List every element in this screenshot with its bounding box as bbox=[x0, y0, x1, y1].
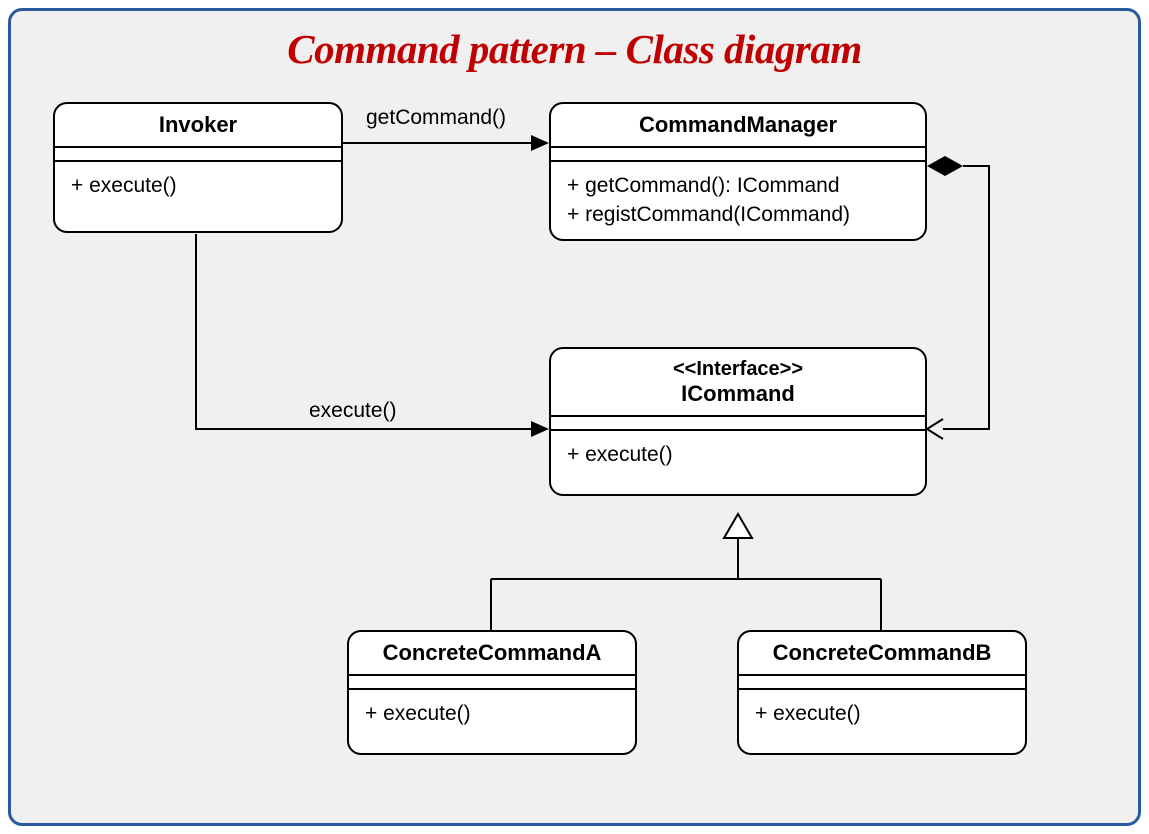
generalization-icommand bbox=[491, 514, 881, 630]
class-concrete-a: ConcreteCommandA + execute() bbox=[347, 630, 637, 755]
interface-icommand-op-0: + execute() bbox=[567, 441, 909, 469]
class-concrete-a-ops: + execute() bbox=[349, 690, 635, 752]
class-concrete-b-name: ConcreteCommandB bbox=[739, 632, 1025, 676]
class-invoker-attrs bbox=[55, 148, 341, 162]
class-concrete-b: ConcreteCommandB + execute() bbox=[737, 630, 1027, 755]
arrow-invoker-to-manager bbox=[343, 135, 549, 151]
label-getcommand: getCommand() bbox=[366, 106, 506, 130]
class-command-manager: CommandManager + getCommand(): ICommand … bbox=[549, 102, 927, 241]
label-execute: execute() bbox=[309, 399, 397, 423]
class-invoker-ops: + execute() bbox=[55, 162, 341, 230]
diagram-title: Command pattern – Class diagram bbox=[11, 11, 1138, 73]
class-concrete-a-name: ConcreteCommandA bbox=[349, 632, 635, 676]
class-invoker-op-0: + execute() bbox=[71, 172, 325, 200]
class-command-manager-name: CommandManager bbox=[551, 104, 925, 148]
class-command-manager-op-0: + getCommand(): ICommand bbox=[567, 172, 909, 200]
class-concrete-a-op-0: + execute() bbox=[365, 700, 619, 728]
diagram-frame: Command pattern – Class diagram Invoker … bbox=[8, 8, 1141, 826]
interface-icommand-ops: + execute() bbox=[551, 431, 925, 493]
interface-icommand-stereotype: <<Interface>> bbox=[555, 357, 921, 381]
class-concrete-a-attrs bbox=[349, 676, 635, 690]
class-concrete-b-op-0: + execute() bbox=[755, 700, 1009, 728]
interface-icommand: <<Interface>> ICommand + execute() bbox=[549, 347, 927, 496]
interface-icommand-name: ICommand bbox=[681, 381, 795, 406]
composition-manager-icommand bbox=[927, 156, 989, 439]
class-invoker: Invoker + execute() bbox=[53, 102, 343, 233]
interface-icommand-header: <<Interface>> ICommand bbox=[551, 349, 925, 417]
class-concrete-b-ops: + execute() bbox=[739, 690, 1025, 752]
class-command-manager-ops: + getCommand(): ICommand + registCommand… bbox=[551, 162, 925, 239]
interface-icommand-attrs bbox=[551, 417, 925, 431]
class-concrete-b-attrs bbox=[739, 676, 1025, 690]
class-command-manager-op-1: + registCommand(ICommand) bbox=[567, 201, 909, 229]
class-invoker-name: Invoker bbox=[55, 104, 341, 148]
class-command-manager-attrs bbox=[551, 148, 925, 162]
